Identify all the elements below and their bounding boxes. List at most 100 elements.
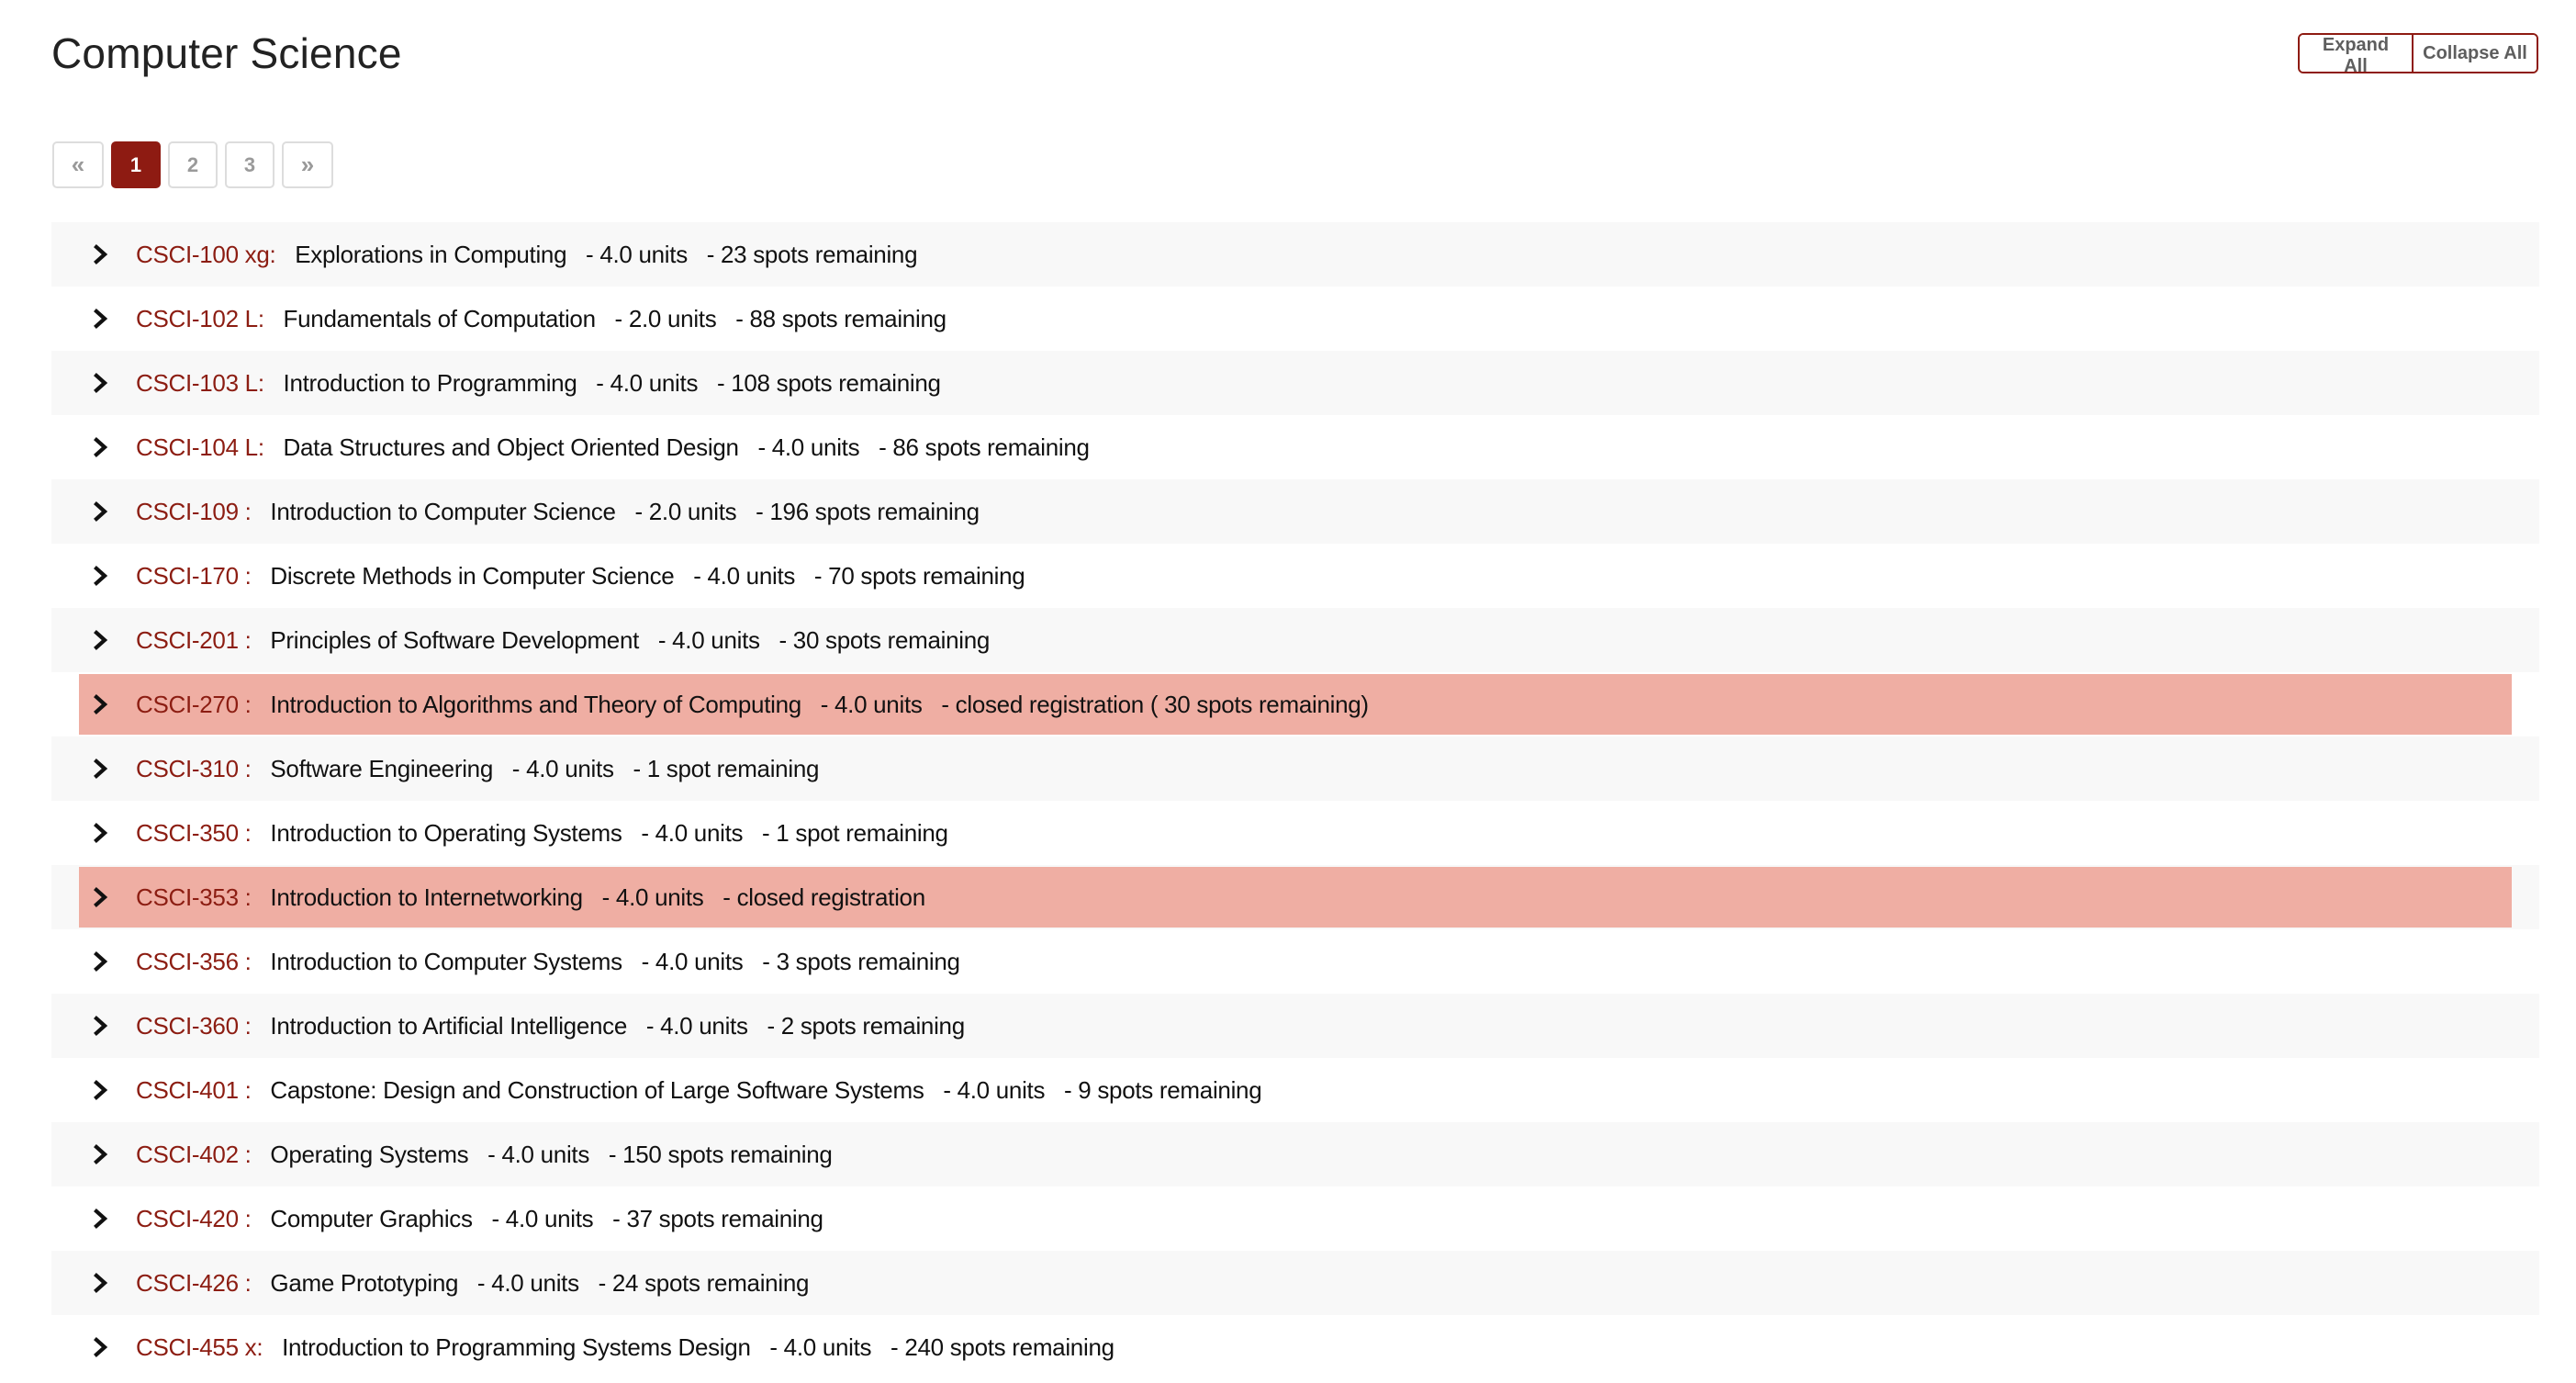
course-row-toggle[interactable]: CSCI-356 : Introduction to Computer Syst… — [51, 929, 2539, 994]
course-title: Principles of Software Development — [270, 625, 640, 654]
chevron-right-icon[interactable] — [94, 694, 108, 714]
course-status: - 9 spots remaining — [1063, 1075, 1262, 1104]
course-row-toggle[interactable]: CSCI-360 : Introduction to Artificial In… — [51, 994, 2539, 1058]
course-code[interactable]: CSCI-310 : — [136, 755, 252, 783]
course-row-toggle[interactable]: CSCI-310 : Software Engineering - 4.0 un… — [51, 736, 2539, 801]
chevron-right-icon[interactable] — [94, 951, 108, 972]
course-code[interactable]: CSCI-426 : — [136, 1269, 252, 1298]
course-row: CSCI-401 : Capstone: Design and Construc… — [51, 1058, 2539, 1122]
chevron-right-icon[interactable] — [94, 1337, 108, 1357]
course-code[interactable]: CSCI-420 : — [136, 1205, 252, 1233]
course-text: CSCI-360 : Introduction to Artificial In… — [136, 994, 965, 1058]
chevron-right-icon[interactable] — [94, 1209, 108, 1229]
course-row-toggle[interactable]: CSCI-350 : Introduction to Operating Sys… — [51, 801, 2539, 865]
course-units: - 4.0 units — [596, 368, 699, 397]
course-row-toggle[interactable]: CSCI-455 x: Introduction to Programming … — [51, 1315, 2539, 1379]
course-row: CSCI-402 : Operating Systems - 4.0 units… — [51, 1122, 2539, 1186]
course-code[interactable]: CSCI-103 L: — [136, 369, 264, 398]
collapse-all-button[interactable]: Collapse All — [2412, 35, 2537, 72]
course-row-toggle[interactable]: CSCI-402 : Operating Systems - 4.0 units… — [51, 1122, 2539, 1186]
expand-all-button[interactable]: Expand All — [2300, 35, 2412, 72]
pagination-next-button[interactable]: » — [282, 141, 333, 188]
course-units: - 4.0 units — [491, 1204, 594, 1232]
course-units: - 4.0 units — [943, 1075, 1046, 1104]
course-code[interactable]: CSCI-170 : — [136, 562, 252, 590]
course-status: - 70 spots remaining — [813, 561, 1025, 590]
course-code[interactable]: CSCI-401 : — [136, 1076, 252, 1105]
pagination-page-2[interactable]: 2 — [168, 141, 218, 188]
course-code[interactable]: CSCI-356 : — [136, 948, 252, 976]
course-title: Explorations in Computing — [295, 240, 567, 268]
chevron-right-icon[interactable] — [94, 437, 108, 457]
course-status: - 108 spots remaining — [716, 368, 941, 397]
pagination-page-1[interactable]: 1 — [111, 141, 161, 188]
course-status: - 23 spots remaining — [706, 240, 918, 268]
course-text: CSCI-103 L: Introduction to Programming … — [136, 351, 941, 415]
chevron-right-icon[interactable] — [94, 1144, 108, 1164]
course-units: - 4.0 units — [487, 1140, 590, 1168]
chevron-right-icon[interactable] — [94, 1016, 108, 1036]
chevron-right-icon[interactable] — [94, 887, 108, 907]
course-text: CSCI-426 : Game Prototyping - 4.0 units … — [136, 1251, 809, 1315]
course-status: - 1 spot remaining — [633, 754, 820, 782]
course-row-toggle[interactable]: CSCI-201 : Principles of Software Develo… — [51, 608, 2539, 672]
course-code[interactable]: CSCI-402 : — [136, 1141, 252, 1169]
course-row-toggle[interactable]: CSCI-270 : Introduction to Algorithms an… — [79, 674, 2512, 735]
course-status: - 24 spots remaining — [598, 1268, 810, 1297]
course-row-toggle[interactable]: CSCI-420 : Computer Graphics - 4.0 units… — [51, 1186, 2539, 1251]
course-code[interactable]: CSCI-100 xg: — [136, 241, 276, 269]
course-row-toggle[interactable]: CSCI-109 : Introduction to Computer Scie… — [51, 479, 2539, 544]
pagination-page-3[interactable]: 3 — [225, 141, 274, 188]
course-status: - closed registration — [722, 883, 925, 911]
chevron-right-icon[interactable] — [94, 373, 108, 393]
course-row: CSCI-102 L: Fundamentals of Computation … — [51, 287, 2539, 351]
course-units: - 4.0 units — [693, 561, 796, 590]
course-title: Introduction to Artificial Intelligence — [270, 1011, 628, 1040]
chevron-right-icon[interactable] — [94, 244, 108, 264]
course-code[interactable]: CSCI-109 : — [136, 498, 252, 526]
course-code[interactable]: CSCI-350 : — [136, 819, 252, 848]
course-row-toggle[interactable]: CSCI-100 xg: Explorations in Computing -… — [51, 222, 2539, 287]
course-code[interactable]: CSCI-201 : — [136, 626, 252, 655]
course-status: - 196 spots remaining — [756, 497, 980, 525]
course-code[interactable]: CSCI-102 L: — [136, 305, 264, 333]
course-row-toggle[interactable]: CSCI-401 : Capstone: Design and Construc… — [51, 1058, 2539, 1122]
course-row-toggle[interactable]: CSCI-170 : Discrete Methods in Computer … — [51, 544, 2539, 608]
course-code[interactable]: CSCI-455 x: — [136, 1333, 263, 1362]
chevron-right-icon[interactable] — [94, 823, 108, 843]
course-row: CSCI-310 : Software Engineering - 4.0 un… — [51, 736, 2539, 801]
course-title: Fundamentals of Computation — [283, 304, 597, 332]
chevron-right-icon[interactable] — [94, 501, 108, 522]
course-title: Introduction to Algorithms and Theory of… — [270, 690, 801, 718]
pagination: « 1 2 3 » — [52, 141, 333, 188]
chevron-right-icon[interactable] — [94, 309, 108, 329]
course-status: - 30 spots remaining — [778, 625, 991, 654]
chevron-right-icon[interactable] — [94, 566, 108, 586]
chevron-right-icon[interactable] — [94, 759, 108, 779]
course-title: Introduction to Operating Systems — [270, 818, 622, 847]
course-code[interactable]: CSCI-270 : — [136, 691, 252, 719]
course-row-toggle[interactable]: CSCI-353 : Introduction to Internetworki… — [79, 867, 2512, 928]
course-title: Introduction to Programming Systems Desi… — [282, 1332, 751, 1361]
course-code[interactable]: CSCI-104 L: — [136, 433, 264, 462]
course-row-toggle[interactable]: CSCI-104 L: Data Structures and Object O… — [51, 415, 2539, 479]
course-row: CSCI-356 : Introduction to Computer Syst… — [51, 929, 2539, 994]
chevron-right-icon[interactable] — [94, 1273, 108, 1293]
course-text: CSCI-401 : Capstone: Design and Construc… — [136, 1058, 1262, 1122]
course-units: - 4.0 units — [757, 433, 860, 461]
course-title: Introduction to Computer Systems — [270, 947, 622, 975]
course-row-toggle[interactable]: CSCI-103 L: Introduction to Programming … — [51, 351, 2539, 415]
course-code[interactable]: CSCI-353 : — [136, 883, 252, 912]
course-list: CSCI-100 xg: Explorations in Computing -… — [51, 222, 2539, 1379]
course-row-toggle[interactable]: CSCI-102 L: Fundamentals of Computation … — [51, 287, 2539, 351]
pagination-prev-button[interactable]: « — [52, 141, 104, 188]
course-row-toggle[interactable]: CSCI-426 : Game Prototyping - 4.0 units … — [51, 1251, 2539, 1315]
course-text: CSCI-201 : Principles of Software Develo… — [136, 608, 990, 672]
expand-collapse-button-group: Expand All Collapse All — [2298, 33, 2538, 73]
chevron-right-icon[interactable] — [94, 630, 108, 650]
course-code[interactable]: CSCI-360 : — [136, 1012, 252, 1040]
course-units: - 4.0 units — [586, 240, 688, 268]
chevron-right-icon[interactable] — [94, 1080, 108, 1100]
course-row: CSCI-360 : Introduction to Artificial In… — [51, 994, 2539, 1058]
course-title: Introduction to Internetworking — [270, 883, 583, 911]
